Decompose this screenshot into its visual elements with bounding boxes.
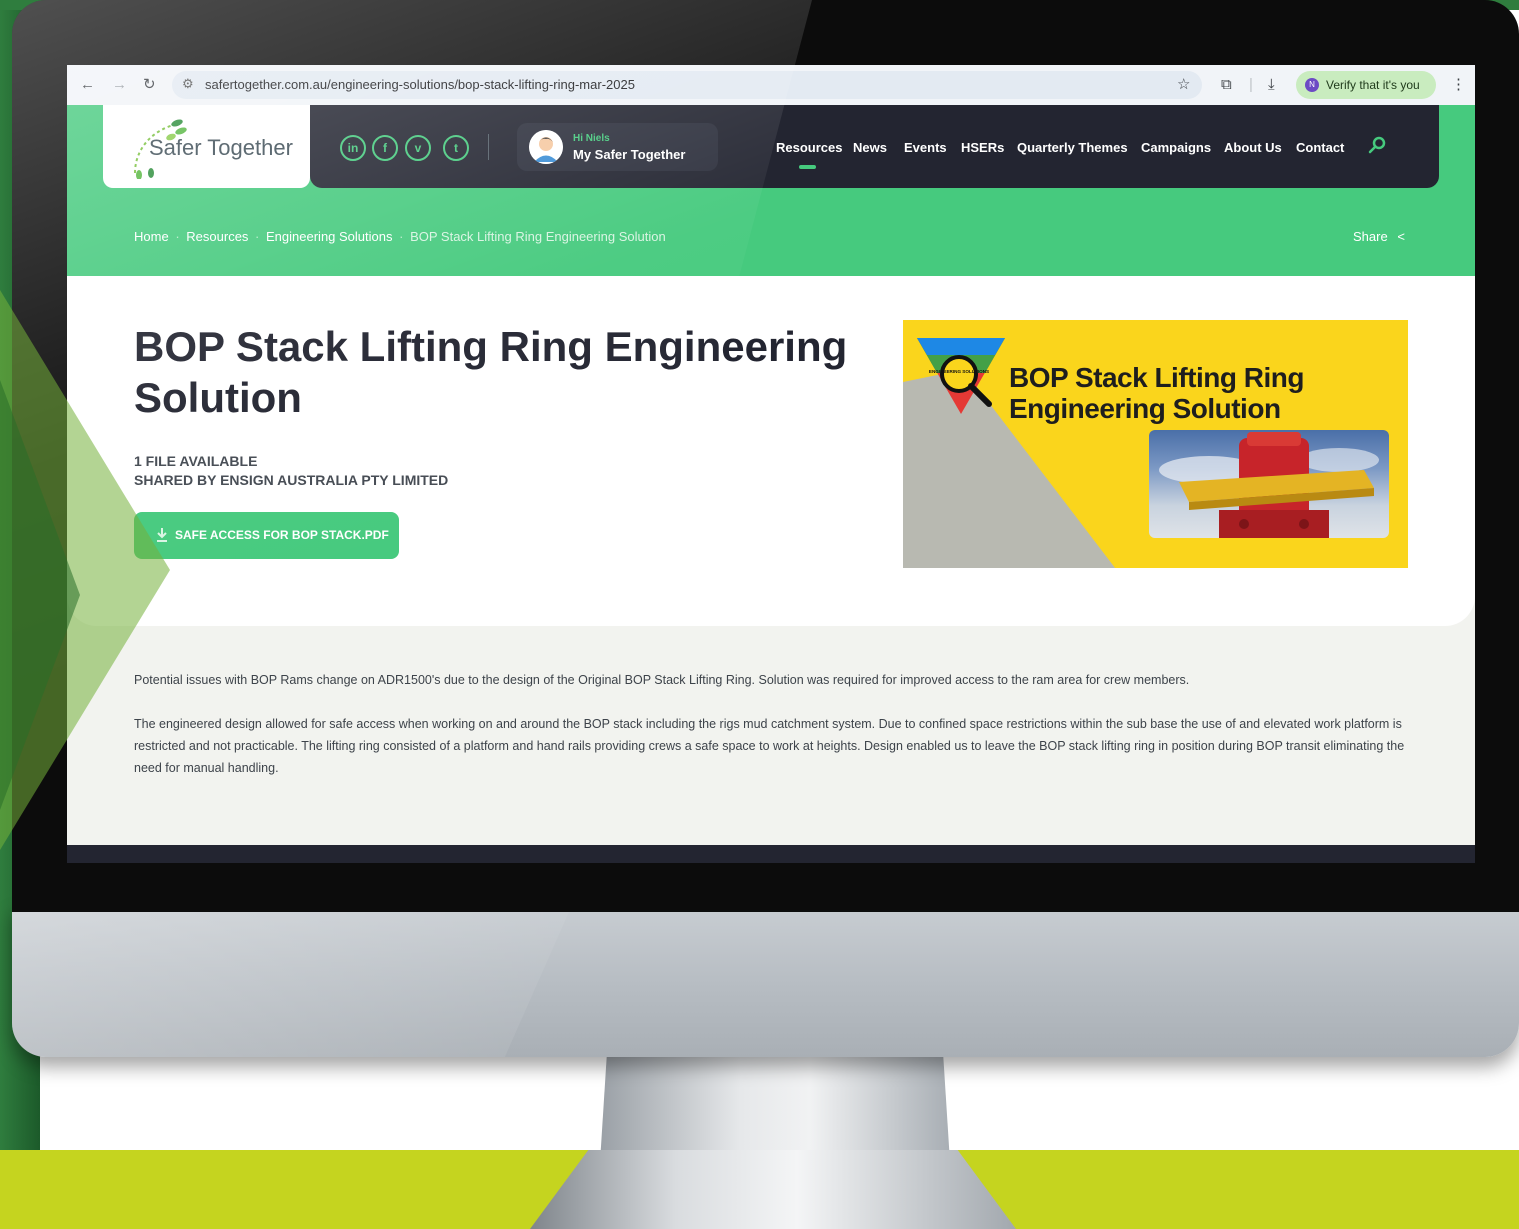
bookmark-star-icon[interactable]: ☆ <box>1177 76 1190 94</box>
monitor-foot <box>530 1150 1016 1229</box>
shared-by: SHARED BY ENSIGN AUSTRALIA PTY LIMITED <box>134 472 449 488</box>
nav-news[interactable]: News <box>853 140 887 155</box>
description-paragraph: The engineered design allowed for safe a… <box>134 717 1405 775</box>
nav-resources[interactable]: Resources <box>776 140 842 155</box>
nav-about-us[interactable]: About Us <box>1224 140 1282 155</box>
banner-title-line-2: Engineering Solution <box>1009 393 1281 424</box>
linkedin-icon[interactable]: in <box>340 135 366 161</box>
profile-avatar-icon: N <box>1305 78 1319 92</box>
vimeo-icon[interactable]: v <box>405 135 431 161</box>
breadcrumb-separator: · <box>175 229 180 244</box>
monitor-neck <box>600 1052 950 1162</box>
address-bar[interactable]: ⚙ safertogether.com.au/engineering-solut… <box>172 71 1202 99</box>
banner-title: BOP Stack Lifting Ring Engineering Solut… <box>1009 362 1304 424</box>
monitor-screen: ← → ↻ ⚙ safertogether.com.au/engineering… <box>67 65 1475 863</box>
file-count: 1 FILE AVAILABLE <box>134 453 258 469</box>
my-safer-together-button[interactable]: Hi Niels My Safer Together <box>517 123 718 171</box>
user-avatar-icon <box>529 130 563 164</box>
breadcrumb-resources[interactable]: Resources <box>186 229 248 244</box>
engineering-solutions-badge-icon: ENGINEERING SOLUTIONS <box>917 338 1005 414</box>
monitor-chin-shine <box>12 905 572 1057</box>
facebook-icon[interactable]: f <box>372 135 398 161</box>
forward-arrow-icon[interactable]: → <box>112 76 127 94</box>
nav-divider <box>488 134 489 160</box>
verify-label: Verify that it's you <box>1326 78 1420 92</box>
main-navigation-bar: in f v t Hi Niels My Safer Together Reso… <box>310 105 1439 188</box>
address-bar-url: safertogether.com.au/engineering-solutio… <box>205 77 635 92</box>
browser-menu-icon[interactable]: ⋮ <box>1451 76 1466 94</box>
nav-hsers[interactable]: HSERs <box>961 140 1004 155</box>
nav-events[interactable]: Events <box>904 140 947 155</box>
description-paragraph: Potential issues with BOP Rams change on… <box>134 673 1190 687</box>
bop-stack-illustration <box>1159 432 1379 538</box>
badge-label: ENGINEERING SOLUTIONS <box>929 369 989 374</box>
page-title: BOP Stack Lifting Ring Engineering Solut… <box>134 323 848 421</box>
account-label: My Safer Together <box>573 147 686 162</box>
banner-title-line-1: BOP Stack Lifting Ring <box>1009 362 1304 393</box>
nav-campaigns[interactable]: Campaigns <box>1141 140 1211 155</box>
site-footer <box>67 845 1475 863</box>
share-label: Share <box>1353 229 1388 244</box>
nav-contact[interactable]: Contact <box>1296 140 1344 155</box>
breadcrumb-home[interactable]: Home <box>134 229 169 244</box>
nav-active-indicator <box>799 165 816 169</box>
browser-toolbar: ← → ↻ ⚙ safertogether.com.au/engineering… <box>67 65 1475 105</box>
download-icon <box>157 528 167 542</box>
logo-wordmark: Safer Together <box>149 135 293 160</box>
site-settings-icon[interactable]: ⚙ <box>182 76 194 92</box>
breadcrumb-separator: · <box>255 229 260 244</box>
bop-stack-photo <box>1149 430 1389 538</box>
download-tray-icon[interactable]: ⤓ <box>1268 76 1275 94</box>
resource-banner-image: ENGINEERING SOLUTIONS BOP Stack Lifting … <box>903 320 1408 568</box>
download-file-button[interactable]: SAFE ACCESS FOR BOP STACK.PDF <box>134 512 399 559</box>
resource-card: BOP Stack Lifting Ring Engineering Solut… <box>67 276 1475 626</box>
download-file-label: SAFE ACCESS FOR BOP STACK.PDF <box>175 528 389 542</box>
verify-identity-button[interactable]: N Verify that it's you <box>1296 71 1436 99</box>
extensions-icon[interactable]: ⧉ <box>1221 76 1232 94</box>
reload-icon[interactable]: ↻ <box>143 76 156 94</box>
site-logo[interactable]: Safer Together <box>103 105 310 188</box>
breadcrumb-current: BOP Stack Lifting Ring Engineering Solut… <box>410 229 666 244</box>
breadcrumb-engineering-solutions[interactable]: Engineering Solutions <box>266 229 392 244</box>
toolbar-divider: | <box>1249 76 1253 93</box>
share-icon: < <box>1397 229 1405 244</box>
back-arrow-icon[interactable]: ← <box>80 76 95 94</box>
breadcrumb: Home · Resources · Engineering Solutions… <box>134 229 666 244</box>
nav-quarterly-themes[interactable]: Quarterly Themes <box>1017 140 1128 155</box>
search-icon[interactable] <box>1367 135 1387 155</box>
breadcrumb-separator: · <box>399 229 404 244</box>
account-greeting: Hi Niels <box>573 133 610 144</box>
share-button[interactable]: Share < <box>1353 229 1405 244</box>
user-avatar <box>529 130 563 164</box>
twitter-icon[interactable]: t <box>443 135 469 161</box>
